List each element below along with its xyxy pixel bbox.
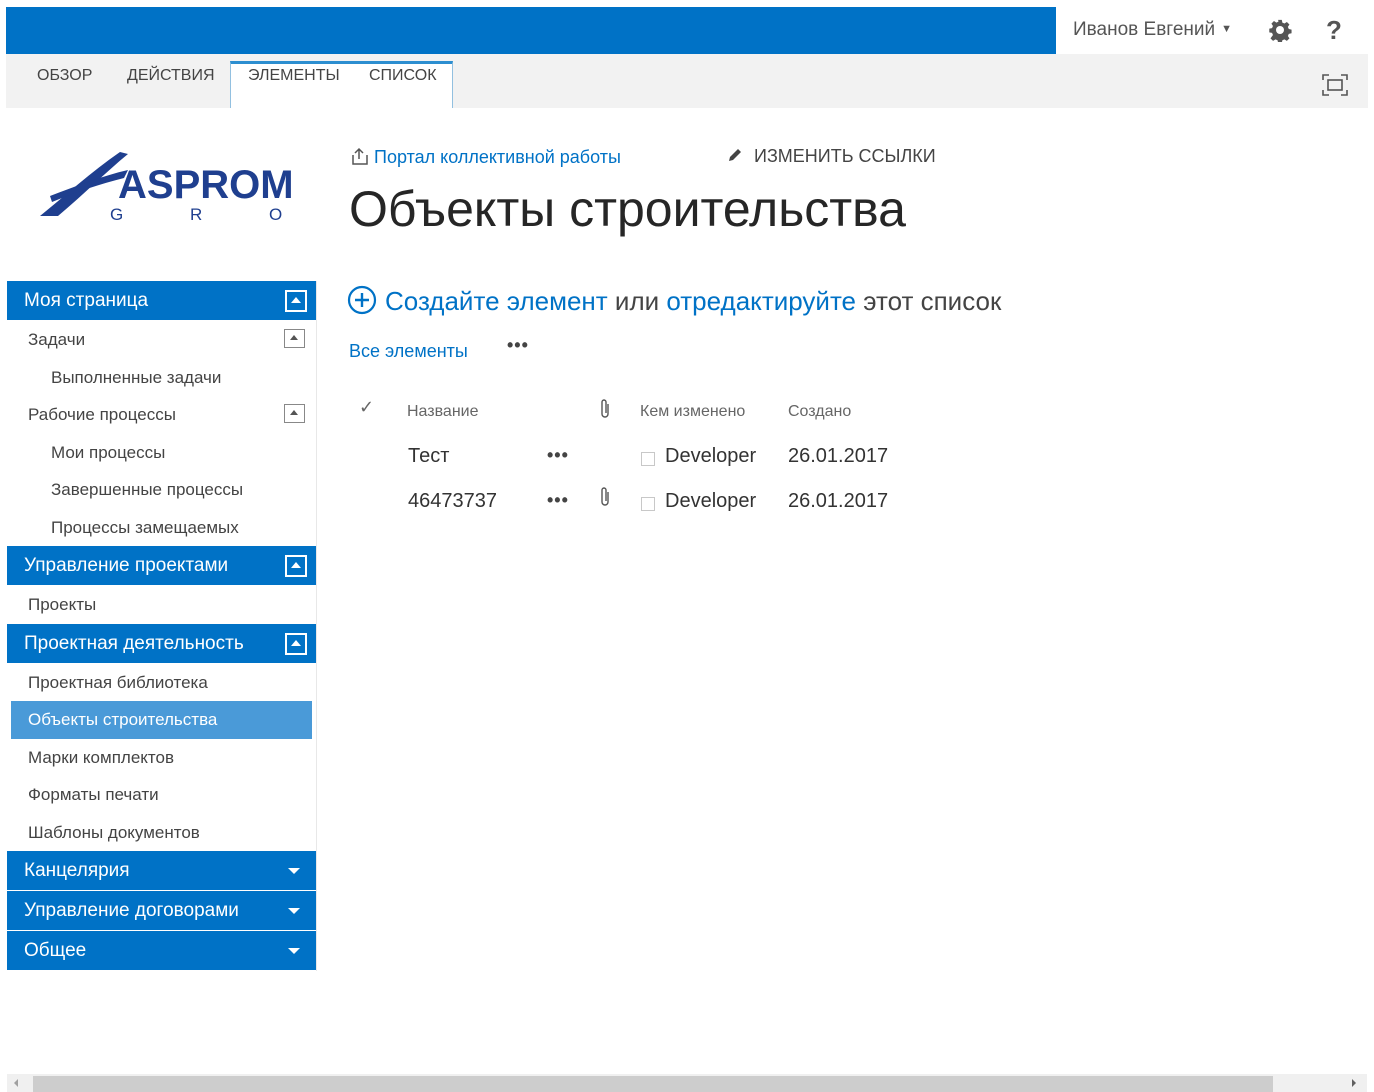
nav-item-construction-objects[interactable]: Объекты строительства (11, 701, 312, 739)
new-item-row: Создайте элемент или отредактируйте этот… (347, 285, 1001, 317)
column-header-created[interactable]: Создано (788, 403, 851, 421)
nav-item-label: Задачи (28, 330, 86, 349)
view-all-items[interactable]: Все элементы (349, 341, 468, 361)
nav-group-title: Общее (24, 940, 87, 961)
edit-links-button[interactable]: ИЗМЕНИТЬ ССЫЛКИ (726, 146, 936, 167)
collapse-icon[interactable] (284, 404, 305, 423)
item-modified-by[interactable]: Developer (665, 490, 756, 513)
page-title: Объекты строительства (349, 181, 906, 237)
quick-launch-nav: Моя страница Задачи Выполненные задачи Р… (7, 281, 317, 971)
tab-actions[interactable]: ДЕЙСТВИЯ (127, 67, 215, 85)
column-header-title[interactable]: Название (407, 403, 479, 421)
more-views-button[interactable]: ••• (507, 335, 529, 356)
edit-list-link[interactable]: отредактируйте (666, 286, 856, 316)
pencil-icon (729, 149, 741, 161)
nav-item-workflows[interactable]: Рабочие процессы (7, 396, 316, 434)
nav-item-completed-tasks[interactable]: Выполненные задачи (7, 359, 316, 397)
nav-group-title: Канцелярия (24, 860, 130, 881)
breadcrumb: Портал коллективной работы ИЗМЕНИТЬ ССЫЛ… (350, 146, 936, 168)
collapse-icon[interactable] (285, 632, 307, 655)
scrollbar-thumb[interactable] (33, 1076, 1273, 1092)
tab-browse[interactable]: ОБЗОР (37, 67, 92, 85)
nav-group-my-page[interactable]: Моя страница (7, 281, 316, 321)
column-header-modified-by[interactable]: Кем изменено (640, 403, 745, 421)
item-title[interactable]: Тест (408, 445, 449, 468)
item-menu-button[interactable]: ••• (547, 490, 569, 511)
view-selector: Все элементы ••• (349, 335, 528, 362)
table-row[interactable]: Тест ••• Developer 26.01.2017 (349, 445, 909, 490)
chevron-down-icon[interactable] (288, 948, 300, 954)
nav-group-general[interactable]: Общее (7, 931, 316, 971)
suite-bar-brand-area (6, 7, 1056, 54)
paperclip-icon (601, 487, 609, 506)
chevron-down-icon[interactable] (288, 908, 300, 914)
nav-item-document-templates[interactable]: Шаблоны документов (7, 814, 316, 852)
nav-item-label: Рабочие процессы (28, 405, 176, 424)
portal-link[interactable]: Портал коллективной работы (374, 147, 621, 167)
new-item-link[interactable]: Создайте элемент (385, 286, 608, 316)
item-modified-by[interactable]: Developer (665, 445, 756, 468)
nav-group-contract-management[interactable]: Управление договорами (7, 891, 316, 931)
collapse-icon[interactable] (285, 555, 307, 577)
horizontal-scrollbar[interactable] (7, 1074, 1367, 1092)
item-menu-button[interactable]: ••• (547, 445, 569, 466)
presence-indicator (641, 452, 655, 466)
nav-item-kit-marks[interactable]: Марки комплектов (7, 739, 316, 777)
collapse-icon[interactable] (284, 329, 305, 348)
gear-icon[interactable] (1268, 18, 1292, 42)
asprom-logo-icon: ASPROM G R O U P (40, 152, 439, 224)
table-row[interactable]: 46473737 ••• Developer 26.01.2017 (349, 487, 909, 535)
nav-group-project-activity[interactable]: Проектная деятельность (7, 623, 316, 664)
logo-subtext: G R O U P (110, 205, 321, 224)
scroll-right-icon[interactable] (1352, 1079, 1356, 1087)
scroll-left-icon[interactable] (14, 1079, 18, 1087)
suite-bar: Иванов Евгений ▼ ? (6, 7, 1368, 54)
item-created: 26.01.2017 (788, 490, 889, 512)
nav-item-completed-processes[interactable]: Завершенные процессы (7, 471, 316, 509)
focus-on-content-icon[interactable] (1322, 74, 1348, 96)
help-button[interactable]: ? (1326, 15, 1342, 46)
nav-group-title: Управление проектами (24, 555, 229, 576)
chevron-down-icon: ▼ (1221, 23, 1232, 35)
paperclip-icon (601, 399, 609, 418)
edit-links-label: ИЗМЕНИТЬ ССЫЛКИ (754, 146, 936, 166)
tab-list[interactable]: СПИСОК (369, 67, 437, 85)
list-text: этот список (863, 286, 1002, 316)
nav-item-substitute-processes[interactable]: Процессы замещаемых (7, 509, 316, 547)
item-created: 26.01.2017 (788, 445, 889, 467)
nav-group-title: Проектная деятельность (24, 632, 244, 654)
logo-wordmark: ASPROM (118, 163, 294, 207)
nav-item-my-processes[interactable]: Мои процессы (7, 434, 316, 472)
site-logo[interactable]: ASPROM G R O U P (36, 150, 439, 226)
user-name: Иванов Евгений (1073, 19, 1216, 40)
chevron-down-icon[interactable] (288, 868, 300, 874)
tab-items[interactable]: ЭЛЕМЕНТЫ (248, 67, 340, 85)
nav-group-title: Управление договорами (24, 900, 239, 921)
nav-item-project-library[interactable]: Проектная библиотека (7, 664, 316, 702)
add-circle-icon[interactable] (347, 285, 377, 315)
nav-group-office[interactable]: Канцелярия (7, 851, 316, 891)
nav-item-tasks[interactable]: Задачи (7, 321, 316, 359)
item-title[interactable]: 46473737 (408, 490, 497, 513)
share-up-icon (352, 147, 368, 165)
or-text: или (614, 286, 660, 316)
nav-item-print-formats[interactable]: Форматы печати (7, 776, 316, 814)
select-all-checkbox[interactable]: ✓ (359, 397, 374, 418)
nav-item-projects[interactable]: Проекты (7, 586, 316, 624)
user-menu[interactable]: Иванов Евгений ▼ (1073, 19, 1232, 41)
nav-group-title: Моя страница (24, 290, 149, 311)
collapse-icon[interactable] (285, 290, 307, 312)
ribbon: ОБЗОР ДЕЙСТВИЯ ЭЛЕМЕНТЫ СПИСОК (6, 54, 1368, 108)
presence-indicator (641, 497, 655, 511)
nav-group-project-management[interactable]: Управление проектами (7, 546, 316, 586)
